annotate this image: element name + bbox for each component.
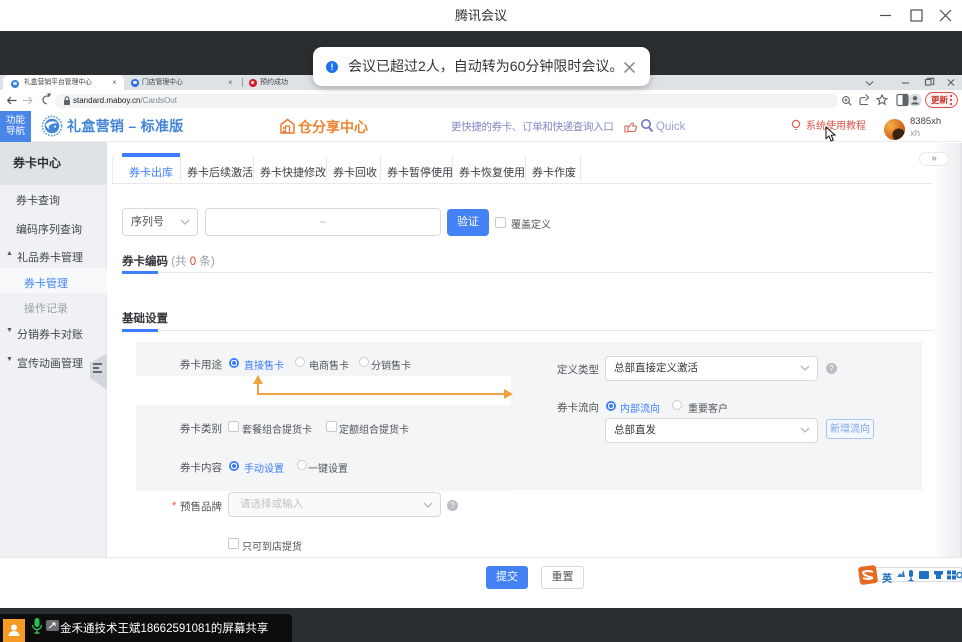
svg-text:更新: 更新 xyxy=(931,95,949,105)
